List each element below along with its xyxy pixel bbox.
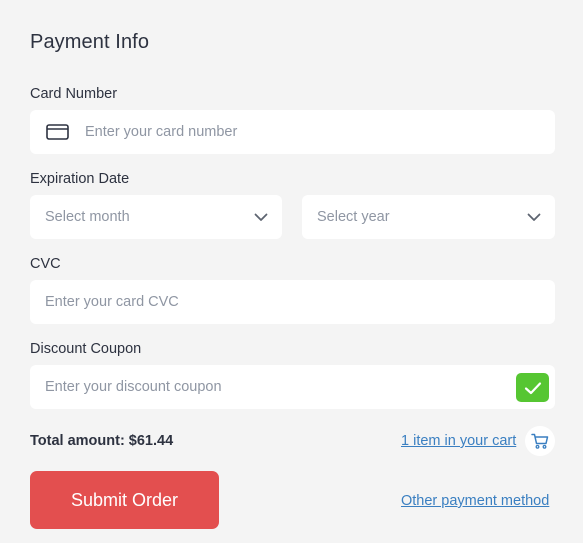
discount-coupon-field[interactable]: Enter your discount coupon [30, 365, 555, 409]
chevron-down-icon [254, 213, 268, 221]
card-number-label: Card Number [30, 86, 118, 102]
other-payment-method-link[interactable]: Other payment method [401, 493, 549, 509]
discount-coupon-label: Discount Coupon [30, 341, 142, 357]
cart-button[interactable] [525, 426, 555, 456]
cvc-label: CVC [30, 256, 61, 272]
expiration-date-label: Expiration Date [30, 171, 130, 187]
card-number-field[interactable]: Enter your card number [30, 110, 555, 154]
payment-panel: Payment Info Card Number Enter your card… [0, 0, 583, 543]
card-number-placeholder: Enter your card number [85, 124, 238, 140]
page-title: Payment Info [30, 31, 150, 53]
total-amount: Total amount: $61.44 [30, 433, 174, 449]
year-select[interactable]: Select year [302, 195, 555, 239]
month-select-placeholder: Select month [45, 209, 130, 225]
discount-coupon-placeholder: Enter your discount coupon [45, 379, 222, 395]
cart-items-link[interactable]: 1 item in your cart [401, 433, 516, 449]
cvc-field[interactable]: Enter your card CVC [30, 280, 555, 324]
month-select[interactable]: Select month [30, 195, 282, 239]
chevron-down-icon [527, 213, 541, 221]
apply-coupon-button[interactable] [516, 373, 549, 402]
year-select-placeholder: Select year [317, 209, 390, 225]
cart-icon [531, 433, 549, 449]
credit-card-icon [46, 124, 69, 140]
check-icon [524, 381, 541, 394]
submit-order-button[interactable]: Submit Order [30, 471, 219, 529]
cvc-placeholder: Enter your card CVC [45, 294, 179, 310]
